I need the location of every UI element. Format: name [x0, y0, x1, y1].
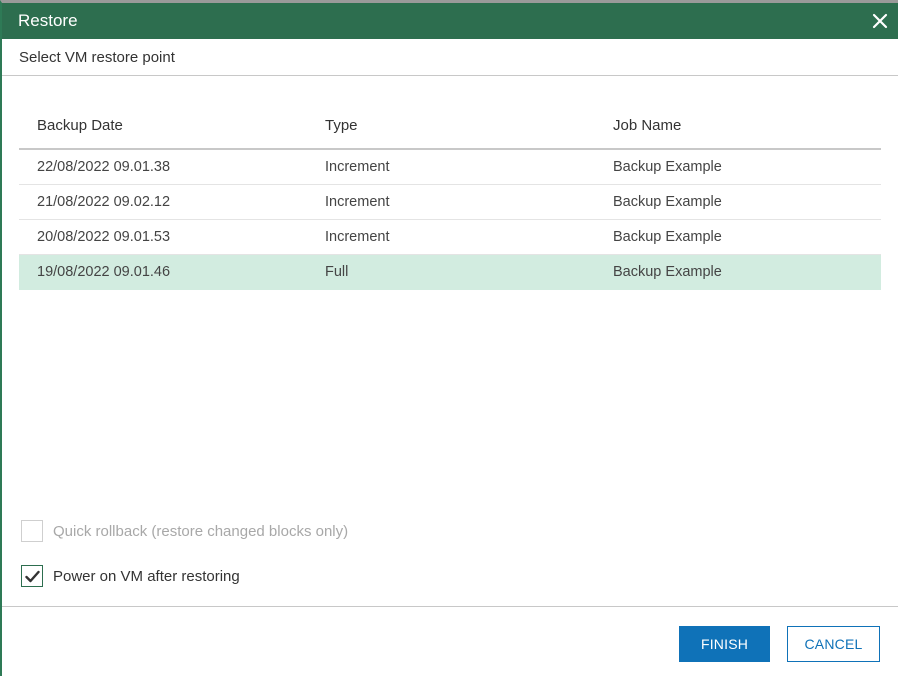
cell-backup-date: 19/08/2022 09.01.46	[37, 264, 171, 280]
finish-button[interactable]: FINISH	[679, 626, 770, 662]
quick-rollback-checkbox	[21, 520, 43, 542]
cell-backup-date: 21/08/2022 09.02.12	[37, 194, 171, 210]
restore-points-table: Backup Date Type Job Name 22/08/2022 09.…	[19, 102, 881, 290]
column-header-job-name[interactable]: Job Name	[594, 117, 881, 134]
cell-job-name: Backup Example	[613, 264, 722, 280]
step-title: Select VM restore point	[2, 39, 898, 76]
column-header-type[interactable]: Type	[306, 117, 594, 134]
cell-type: Full	[325, 264, 349, 280]
cell-backup-date: 20/08/2022 09.01.53	[37, 229, 171, 245]
cancel-button[interactable]: CANCEL	[787, 626, 880, 662]
step-title-text: Select VM restore point	[19, 48, 175, 66]
close-icon	[872, 13, 888, 29]
dialog-titlebar: Restore	[2, 3, 898, 39]
quick-rollback-label: Quick rollback (restore changed blocks o…	[53, 522, 349, 540]
close-button[interactable]	[862, 3, 898, 39]
cell-job-name: Backup Example	[613, 159, 722, 175]
dialog-footer: FINISH CANCEL	[2, 606, 898, 676]
cell-job-name: Backup Example	[613, 229, 722, 245]
power-on-label: Power on VM after restoring	[53, 567, 240, 585]
restore-dialog: Restore Select VM restore point Backup D…	[0, 0, 898, 676]
cell-type: Increment	[325, 194, 390, 210]
cell-type: Increment	[325, 229, 390, 245]
power-on-option[interactable]: Power on VM after restoring	[21, 565, 240, 587]
quick-rollback-option: Quick rollback (restore changed blocks o…	[21, 520, 348, 542]
table-header: Backup Date Type Job Name	[19, 102, 881, 150]
checkmark-icon	[24, 570, 40, 582]
dialog-title: Restore	[18, 11, 78, 30]
cell-job-name: Backup Example	[613, 194, 722, 210]
table-row[interactable]: 20/08/2022 09.01.53 Increment Backup Examp…	[19, 220, 881, 255]
table-row[interactable]: 19/08/2022 09.01.46 Full Backup Example	[19, 255, 881, 290]
column-header-backup-date[interactable]: Backup Date	[19, 117, 306, 134]
cell-backup-date: 22/08/2022 09.01.38	[37, 159, 171, 175]
table-row[interactable]: 21/08/2022 09.02.12 Increment Backup Examp…	[19, 185, 881, 220]
cell-type: Increment	[325, 159, 390, 175]
power-on-checkbox[interactable]	[21, 565, 43, 587]
table-row[interactable]: 22/08/2022 09.01.38 Increment Backup Examp…	[19, 150, 881, 185]
